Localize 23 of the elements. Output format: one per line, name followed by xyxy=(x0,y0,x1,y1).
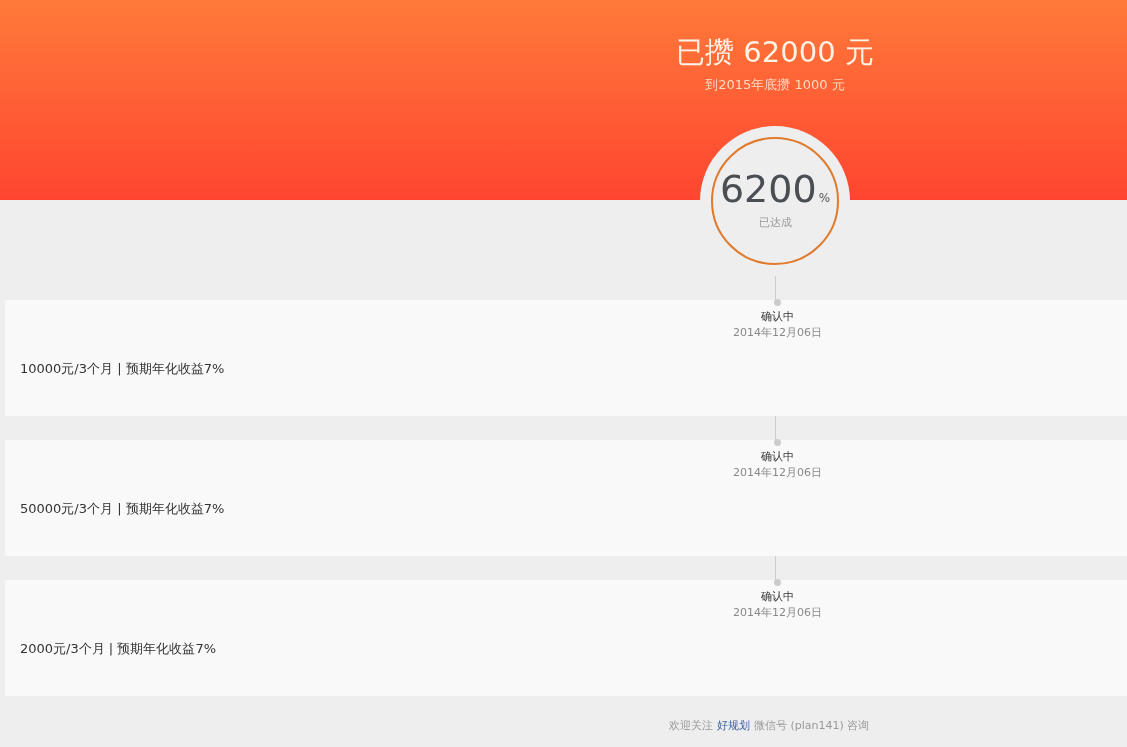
timeline-line xyxy=(774,556,776,580)
goal-text: 到2015年底攒 1000 元 xyxy=(705,76,845,94)
timeline-dot xyxy=(774,579,781,586)
progress-unit: % xyxy=(818,190,831,205)
date-text: 2014年12月06日 xyxy=(733,325,822,340)
status-text: 确认中 xyxy=(761,589,794,604)
date-text: 2014年12月06日 xyxy=(733,605,822,620)
date-text: 2014年12月06日 xyxy=(733,465,822,480)
progress-value: 6200 xyxy=(719,165,817,213)
plan-description: 10000元/3个月 | 预期年化收益7% xyxy=(20,360,226,378)
footer-text: 微信号 (plan141) 咨询 xyxy=(754,718,870,733)
timeline-line xyxy=(774,416,776,440)
status-text: 确认中 xyxy=(761,309,794,324)
timeline-line xyxy=(774,276,776,300)
plan-description: 2000元/3个月 | 预期年化收益7% xyxy=(20,640,217,658)
saved-total: 已攒 62000 元 xyxy=(676,34,874,71)
timeline-dot xyxy=(774,299,781,306)
progress-label: 已达成 xyxy=(758,214,792,230)
status-text: 确认中 xyxy=(761,449,794,464)
timeline-dot xyxy=(774,439,781,446)
footer-text: 欢迎关注 xyxy=(669,718,713,733)
plan-description: 50000元/3个月 | 预期年化收益7% xyxy=(20,500,226,518)
footer-link[interactable]: 好规划 xyxy=(717,718,750,733)
